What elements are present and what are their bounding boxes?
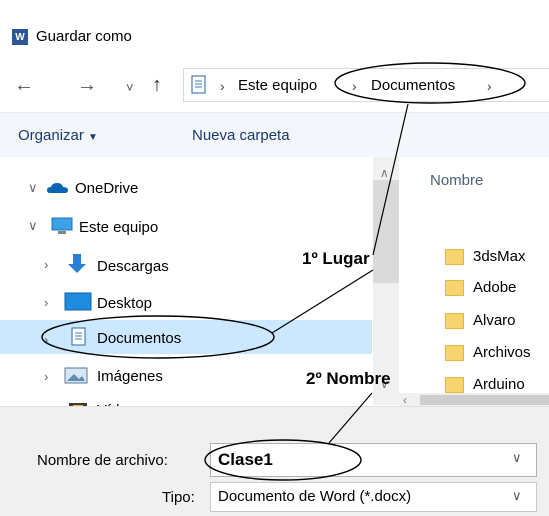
annotation-line-2 [271,269,374,334]
annotation-first-place: 1º Lugar [302,249,370,268]
annotation-ellipse-address [334,62,526,104]
annotation-ellipse-documents [41,315,275,359]
annotation-ellipse-filename [204,439,362,481]
annotation-line-1 [372,103,409,256]
annotation-second-name: 2º Nombre [306,369,391,388]
annotation-line-3 [328,392,373,444]
annotation-overlay [41,62,526,481]
